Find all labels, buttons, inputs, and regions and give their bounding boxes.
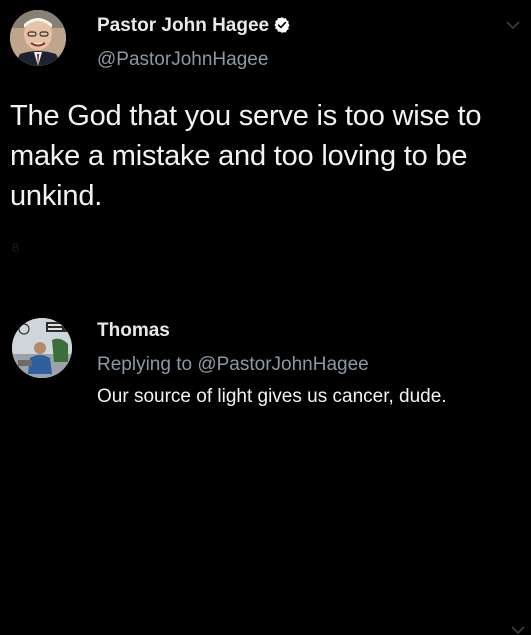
chevron-down-icon[interactable]	[505, 20, 521, 30]
verified-badge-icon	[274, 17, 290, 33]
reply-avatar-image	[12, 318, 72, 378]
author-handle[interactable]: @PastorJohnHagee	[97, 49, 268, 71]
tweet-text: The God that you serve is too wise to ma…	[10, 100, 482, 212]
author-name-text: Pastor John Hagee	[97, 15, 270, 36]
author-avatar-image	[10, 10, 66, 66]
replying-to: Replying to @PastorJohnHagee	[97, 354, 369, 376]
author-name[interactable]: Pastor John Hagee	[97, 15, 291, 37]
author-avatar[interactable]	[10, 10, 66, 66]
reply-author-name[interactable]: Thomas	[97, 320, 170, 342]
reply-avatar[interactable]	[12, 318, 72, 378]
replying-prefix: Replying to	[97, 354, 198, 375]
reply-text: Our source of light gives us cancer, dud…	[97, 386, 447, 407]
replying-handle-link[interactable]: @PastorJohnHagee	[197, 354, 368, 375]
main-tweet: Pastor John Hagee @PastorJohnHagee The G…	[0, 0, 531, 300]
reply-tweet: Thomas Replying to @PastorJohnHagee Our …	[0, 300, 531, 635]
chevron-down-icon[interactable]	[510, 625, 526, 635]
faint-count: 8	[12, 240, 20, 255]
